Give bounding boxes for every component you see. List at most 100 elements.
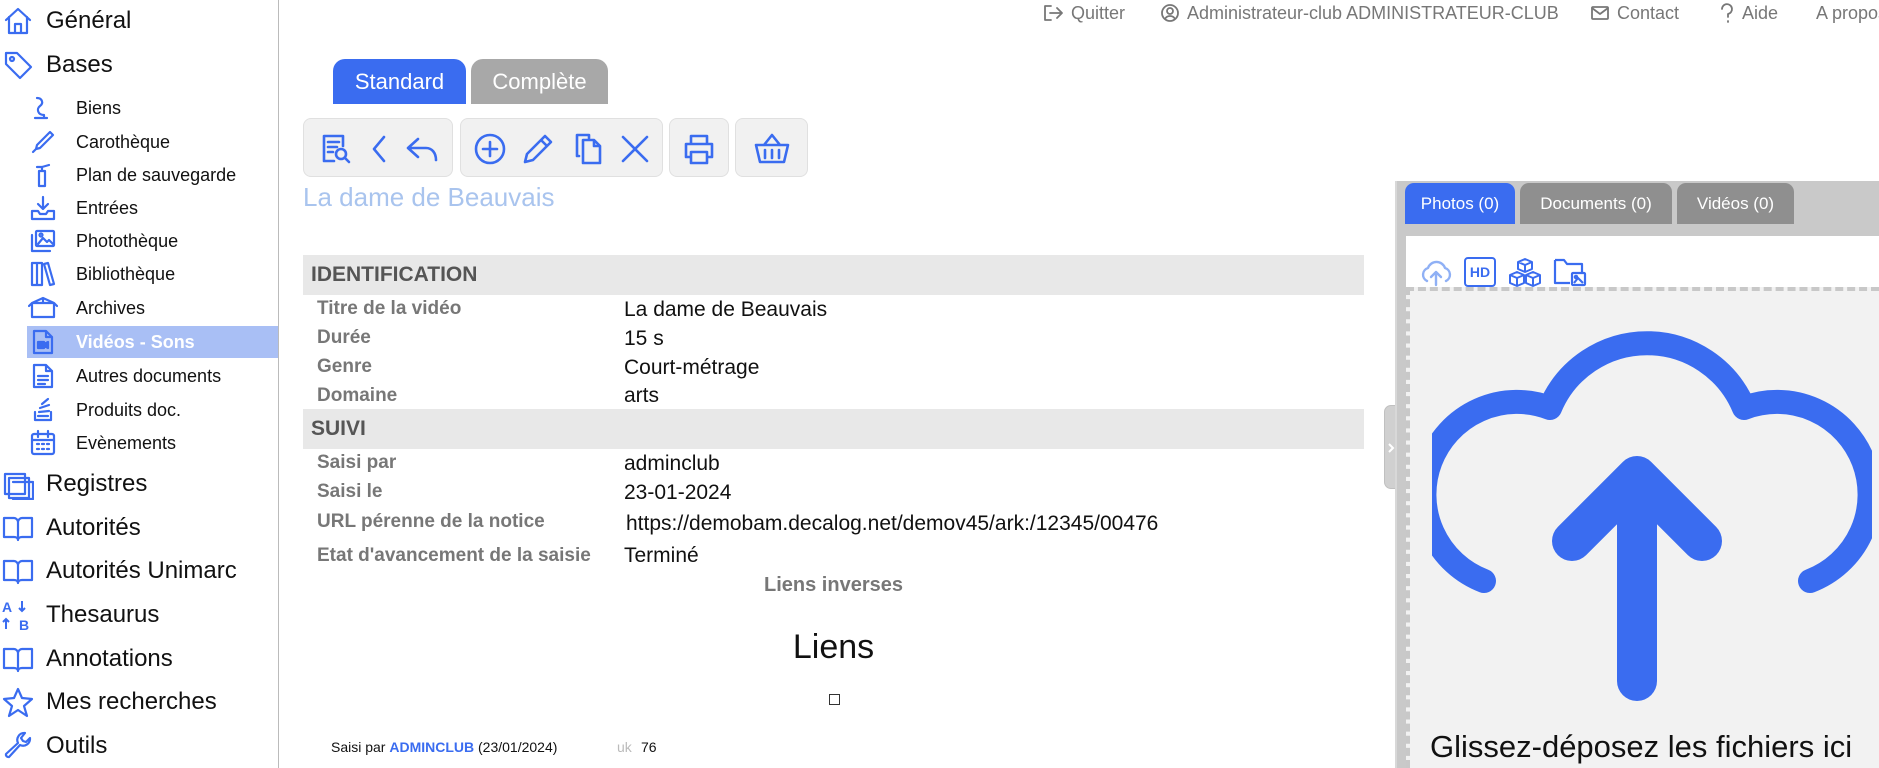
footer-prefix: Saisi par [331, 739, 386, 755]
duplicate-button[interactable] [569, 129, 609, 169]
pencil-icon [523, 134, 553, 164]
sidebar-item-archives[interactable]: Archives [27, 292, 278, 324]
sidebar-item-label: Vidéos - Sons [76, 331, 195, 352]
tab-photos-label: Photos (0) [1420, 193, 1500, 213]
contact-link[interactable]: Contact [1590, 0, 1679, 26]
sidebar-item-label: Thesaurus [46, 601, 160, 628]
field-label: Durée [317, 327, 371, 348]
sidebar-item-annotations[interactable]: Annotations [0, 639, 278, 679]
tab-standard-label: Standard [354, 68, 445, 94]
back-button[interactable] [402, 129, 442, 169]
sidebar-item-entrees[interactable]: Entrées [27, 192, 278, 224]
list-view-button[interactable] [316, 129, 356, 169]
section-title: IDENTIFICATION [311, 263, 478, 286]
sidebar-item-thesaurus[interactable]: A B Thesaurus [0, 595, 278, 635]
about-link[interactable]: A propos [1816, 0, 1879, 26]
cloud-upload-icon [1432, 331, 1872, 701]
links-placeholder-box [829, 694, 840, 705]
field-value-status: Terminé [624, 544, 699, 567]
registers-icon [0, 466, 36, 502]
sidebar-item-videos-sons[interactable]: Vidéos - Sons [27, 326, 278, 358]
folder-image-button[interactable] [1552, 254, 1588, 290]
sidebar-item-label: Photothèque [76, 230, 179, 251]
sidebar-item-outils[interactable]: Outils [0, 726, 278, 766]
sidebar-item-biens[interactable]: Biens [27, 92, 278, 124]
help-link[interactable]: Aide [1719, 0, 1778, 26]
permalink-url[interactable]: https://demobam.decalog.net/demov45/ark:… [626, 512, 1158, 536]
delete-button[interactable] [615, 129, 655, 169]
logout-icon [1044, 5, 1063, 21]
sidebar-item-general[interactable]: Général [0, 1, 278, 41]
field-value-title: La dame de Beauvais [624, 298, 828, 321]
sidebar-item-produits-doc[interactable]: Produits doc. [27, 394, 278, 426]
field-value-entered-on: 23-01-2024 [624, 481, 732, 504]
sidebar-item-label: Entrées [76, 197, 139, 218]
open-book-icon [0, 553, 36, 589]
toolbar-edit-group [460, 118, 663, 177]
wrench-icon [0, 728, 36, 764]
user-account-link[interactable]: Administrateur-club ADMINISTRATEUR-CLUB [1160, 0, 1559, 26]
quit-label: Quitter [1071, 2, 1126, 23]
tab-videos[interactable]: Vidéos (0) [1677, 183, 1794, 224]
toolbar-navigation-group [303, 118, 453, 177]
sidebar-item-autorites-unimarc[interactable]: Autorités Unimarc [0, 551, 278, 591]
tab-standard[interactable]: Standard [333, 59, 466, 104]
footer-record-id: 76 [641, 739, 657, 755]
sidebar-item-mes-recherches[interactable]: Mes recherches [0, 682, 278, 722]
print-button[interactable] [679, 129, 719, 169]
hd-button[interactable]: HD [1462, 254, 1498, 290]
sidebar-item-plan-sauvegarde[interactable]: Plan de sauvegarde [27, 159, 278, 191]
tab-documents[interactable]: Documents (0) [1520, 183, 1672, 224]
fire-extinguisher-icon [27, 159, 59, 191]
stack-icon [27, 394, 59, 426]
links-heading: Liens [792, 628, 875, 666]
sidebar-item-autres-documents[interactable]: Autres documents [27, 360, 278, 392]
add-button[interactable] [470, 129, 510, 169]
field-value-duration: 15 s [624, 327, 664, 350]
file-dropzone[interactable]: Glissez-déposez les fichiers ici [1406, 287, 1879, 768]
home-icon [0, 3, 36, 39]
sidebar-item-evenements[interactable]: Evènements [27, 427, 278, 459]
help-icon [1721, 3, 1733, 23]
quit-link[interactable]: Quitter [1042, 0, 1125, 26]
open-book-icon [0, 510, 36, 546]
sidebar-item-registres[interactable]: Registres [0, 464, 278, 504]
tab-complete[interactable]: Complète [471, 59, 608, 104]
sidebar-item-label: Produits doc. [76, 399, 182, 420]
field-value-entered-by: adminclub [624, 452, 720, 475]
sidebar-item-autorites[interactable]: Autorités [0, 508, 278, 548]
footer-user[interactable]: ADMINCLUB [389, 739, 474, 755]
objects-icon [27, 92, 59, 124]
edit-button[interactable] [518, 129, 558, 169]
upload-button[interactable] [1418, 254, 1454, 290]
field-label: Etat d'avancement de la saisie [317, 545, 591, 566]
tag-icon [0, 47, 36, 83]
star-icon [0, 684, 36, 720]
sidebar-item-phototheque[interactable]: Photothèque [27, 225, 278, 257]
basket-button[interactable] [752, 129, 792, 169]
toolbar-basket-group [735, 118, 808, 177]
tab-photos[interactable]: Photos (0) [1405, 183, 1515, 224]
sidebar-item-label: Biens [76, 97, 122, 118]
document-icon [27, 360, 59, 392]
field-value-genre: Court-métrage [624, 356, 760, 379]
sidebar-item-bases[interactable]: Bases [0, 45, 278, 85]
sidebar-item-bibliotheque[interactable]: Bibliothèque [27, 258, 278, 290]
sidebar-item-label: Evènements [76, 432, 177, 453]
sidebar-item-carotheque[interactable]: Carothèque [27, 126, 278, 158]
field-label: URL pérenne de la notice [317, 511, 545, 532]
field-label: Titre de la vidéo [317, 298, 462, 319]
footer-entered-info: Saisi par ADMINCLUB (23/01/2024) [331, 739, 557, 755]
dropzone-text: Glissez-déposez les fichiers ici [1430, 729, 1853, 764]
chevron-left-icon [372, 135, 386, 163]
previous-button[interactable] [360, 129, 400, 169]
field-label: Domaine [317, 385, 398, 406]
field-value-domain: arts [624, 384, 660, 407]
basket-icon [754, 133, 790, 164]
sort-az-icon: A B [0, 597, 36, 633]
reverse-links-heading: Liens inverses [764, 574, 903, 596]
images-icon [27, 225, 59, 257]
3d-button[interactable] [1507, 254, 1543, 290]
sidebar-item-label: Registres [46, 470, 148, 497]
section-suivi: SUIVI [303, 409, 1364, 449]
